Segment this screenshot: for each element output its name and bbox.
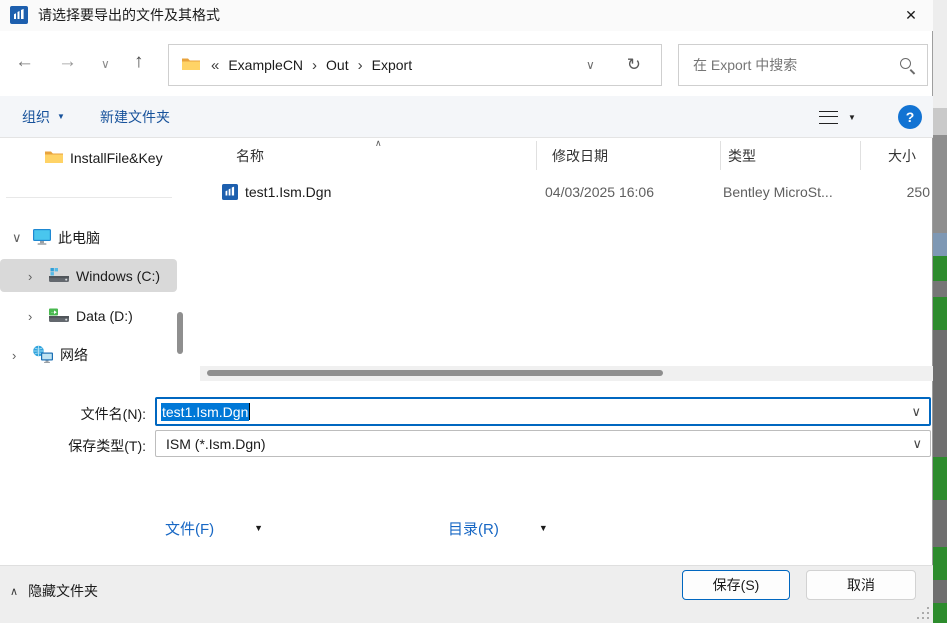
help-button[interactable]: ?	[898, 105, 922, 129]
sidebar-item-this-pc[interactable]: ∨ 此电脑	[12, 225, 100, 251]
forward-icon[interactable]: →	[58, 51, 77, 73]
sidebar-item-data-d[interactable]: › Data (D:)	[28, 304, 133, 328]
dialog-title: 请选择要导出的文件及其格式	[38, 7, 220, 23]
view-options-button[interactable]: ▼	[819, 104, 871, 130]
folder-icon	[181, 56, 201, 75]
save-button[interactable]: 保存(S)	[682, 570, 790, 600]
chevron-up-icon: ∧	[10, 585, 19, 598]
background-app-sliver	[933, 0, 947, 623]
caret-down-icon: ▼	[538, 523, 548, 533]
history-chevron-icon[interactable]: ∨	[101, 57, 110, 71]
breadcrumb-separator-icon: ›	[312, 56, 318, 74]
column-divider[interactable]	[720, 141, 721, 170]
up-icon[interactable]: ↑	[134, 51, 144, 73]
savetype-value: ISM (*.Ism.Dgn)	[166, 435, 266, 452]
hide-folders-toggle[interactable]: ∧ 隐藏文件夹	[10, 581, 98, 601]
windows-drive-icon	[48, 267, 70, 286]
filename-input[interactable]: test1.Ism.Dgn ∨	[155, 397, 931, 426]
back-icon[interactable]: ←	[15, 51, 34, 73]
data-drive-icon	[48, 307, 70, 326]
filename-selected-text: test1.Ism.Dgn	[161, 402, 250, 421]
dgn-file-icon	[222, 184, 238, 200]
caret-down-icon: ▼	[57, 112, 65, 121]
file-list-row[interactable]: test1.Ism.Dgn 04/03/2025 16:06 Bentley M…	[204, 180, 930, 206]
column-divider[interactable]	[536, 141, 537, 170]
sidebar-item-network[interactable]: › 网络	[12, 342, 88, 368]
chevron-down-icon[interactable]: ∨	[912, 436, 922, 452]
file-name: test1.Ism.Dgn	[245, 184, 332, 200]
horizontal-scrollbar-thumb[interactable]	[207, 370, 663, 376]
breadcrumb-item-export[interactable]: Export	[372, 57, 412, 73]
breadcrumb-item-out[interactable]: Out	[326, 57, 349, 73]
breadcrumb-separator-icon: ›	[357, 56, 363, 74]
breadcrumb-item-examplecn[interactable]: ExampleCN	[228, 57, 303, 73]
network-icon	[32, 345, 54, 366]
sort-ascending-icon[interactable]: ∧	[375, 138, 382, 149]
dialog-footer: ∧ 隐藏文件夹 保存(S) 取消	[0, 565, 933, 623]
text-cursor	[249, 403, 251, 420]
computer-icon	[32, 228, 52, 249]
toolbar-divider	[0, 137, 933, 138]
search-input[interactable]: 在 Export 中搜索	[678, 44, 928, 86]
file-date-modified: 04/03/2025 16:06	[545, 184, 654, 200]
folder-icon	[44, 149, 64, 168]
column-divider[interactable]	[860, 141, 861, 170]
breadcrumb-prefix[interactable]: «	[211, 57, 219, 74]
column-header-name[interactable]: 名称	[236, 146, 264, 166]
breadcrumb: « ExampleCN › Out › Export	[211, 57, 412, 74]
filename-label: 文件名(N):	[80, 406, 146, 422]
caret-down-icon: ▼	[848, 112, 856, 122]
caret-down-icon: ▼	[254, 523, 264, 533]
search-placeholder: 在 Export 中搜索	[693, 57, 798, 73]
savetype-select[interactable]: ISM (*.Ism.Dgn) ∨	[155, 430, 931, 457]
savetype-label: 保存类型(T):	[68, 438, 146, 454]
refresh-icon[interactable]: ↻	[627, 55, 641, 75]
horizontal-scrollbar[interactable]	[200, 366, 933, 381]
chevron-right-icon[interactable]: ›	[28, 269, 42, 284]
organize-button[interactable]: 组织 ▼	[22, 96, 65, 137]
chevron-down-icon[interactable]: ∨	[12, 230, 26, 246]
cancel-button[interactable]: 取消	[806, 570, 916, 600]
column-header-date[interactable]: 修改日期	[552, 146, 608, 166]
sidebar-item-installfilekey[interactable]: InstallFile&Key	[44, 146, 163, 170]
save-dialog-window: 请选择要导出的文件及其格式 ✕ ← → ∨ ↑ « ExampleCN › Ou…	[0, 0, 933, 623]
sidebar-scrollbar-thumb[interactable]	[177, 312, 183, 354]
search-icon[interactable]	[899, 57, 915, 73]
sidebar-item-windows-c[interactable]: › Windows (C:)	[28, 265, 160, 287]
navigation-row: ← → ∨ ↑ « ExampleCN › Out › Export ∨ ↻ 在…	[0, 40, 933, 88]
list-view-icon	[819, 110, 838, 124]
address-dropdown-icon[interactable]: ∨	[586, 58, 595, 72]
sidebar-divider	[6, 197, 172, 198]
app-icon	[10, 6, 28, 24]
close-icon[interactable]: ✕	[889, 0, 933, 30]
resize-grip[interactable]	[915, 605, 929, 619]
chevron-right-icon[interactable]: ›	[12, 348, 26, 363]
chevron-right-icon[interactable]: ›	[28, 309, 42, 324]
column-header-size[interactable]: 大小	[888, 146, 916, 166]
title-bar: 请选择要导出的文件及其格式 ✕	[0, 0, 933, 31]
directory-menu-button[interactable]: 目录(R) ▼	[448, 515, 548, 541]
file-type: Bentley MicroSt...	[723, 184, 833, 200]
file-menu-button[interactable]: 文件(F) ▼	[165, 515, 263, 541]
file-size: 250	[906, 184, 930, 200]
new-folder-button[interactable]: 新建文件夹	[100, 96, 170, 137]
chevron-down-icon[interactable]: ∨	[911, 404, 921, 420]
address-bar[interactable]: « ExampleCN › Out › Export ∨ ↻	[168, 44, 662, 86]
column-header-type[interactable]: 类型	[728, 146, 756, 166]
command-toolbar: 组织 ▼ 新建文件夹 ▼	[0, 96, 933, 137]
